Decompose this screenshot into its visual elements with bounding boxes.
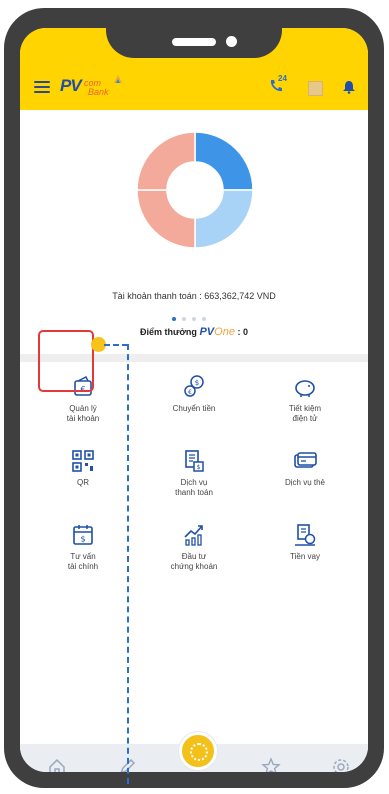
carousel-dot[interactable] bbox=[182, 317, 186, 321]
donut-slice bbox=[194, 131, 254, 191]
phone-frame: PV com Bank 24 Tài khoản thanh toán : 66… bbox=[4, 8, 384, 788]
donut-slice bbox=[194, 189, 254, 249]
hotline-icon[interactable]: 24 bbox=[268, 74, 290, 98]
service-e-savings[interactable]: Tiết kiệm điện tử bbox=[260, 374, 350, 424]
hotline-badge: 24 bbox=[278, 74, 287, 83]
donut-slice bbox=[136, 131, 196, 191]
reward-points-value: : 0 bbox=[237, 327, 248, 337]
svg-text:$: $ bbox=[80, 535, 85, 544]
carousel-dot[interactable] bbox=[202, 317, 206, 321]
card-service-icon bbox=[294, 452, 317, 468]
annotation-leader-horizontal bbox=[104, 344, 128, 346]
logo-text-bank: Bank bbox=[88, 87, 109, 97]
main-content: Tài khoản thanh toán : 663,362,742 VND Đ… bbox=[20, 110, 368, 764]
service-payment[interactable]: $ Dịch vụ thanh toán bbox=[149, 448, 239, 498]
service-loan[interactable]: Tiền vay bbox=[260, 522, 350, 562]
settings-icon[interactable] bbox=[330, 756, 352, 772]
phone-notch bbox=[106, 28, 282, 58]
service-label: Tiết kiệm điện tử bbox=[288, 404, 322, 423]
speaker-slot bbox=[172, 38, 216, 46]
svg-text:€: € bbox=[188, 389, 192, 396]
donut-slice bbox=[136, 189, 196, 249]
pvone-brand-pv: PV bbox=[199, 326, 215, 338]
carousel-dot[interactable] bbox=[192, 317, 196, 321]
piggy-bank-icon bbox=[295, 380, 315, 397]
annotation-leader-vertical bbox=[127, 344, 129, 784]
qr-highlight-box bbox=[38, 330, 94, 392]
service-financial-advice[interactable]: $ Tư vấn tài chính bbox=[38, 522, 128, 572]
star-icon[interactable] bbox=[260, 756, 282, 772]
logo-mark-icon bbox=[114, 75, 122, 83]
account-balance-text[interactable]: Tài khoản thanh toán : 663,362,742 VND bbox=[20, 291, 368, 301]
service-label: Đầu tư chứng khoán bbox=[170, 552, 218, 571]
service-label: QR bbox=[77, 478, 89, 487]
calendar-finance-icon: $ bbox=[73, 525, 93, 545]
bottom-navigation bbox=[20, 732, 368, 772]
logo-text-pv: PV bbox=[60, 76, 82, 95]
carousel-dot[interactable] bbox=[172, 317, 176, 321]
service-label: Dịch vụ thanh toán bbox=[175, 478, 213, 497]
svg-text:$: $ bbox=[195, 379, 199, 387]
service-label: Tư vấn tài chính bbox=[67, 552, 99, 571]
reward-points-label: Điểm thưởng bbox=[140, 327, 197, 337]
app-screen: PV com Bank 24 Tài khoản thanh toán : 66… bbox=[20, 28, 368, 772]
service-money-transfer[interactable]: $ € Chuyển tiền bbox=[149, 374, 239, 414]
carousel-dots[interactable] bbox=[172, 308, 216, 321]
stock-investment-icon bbox=[184, 525, 203, 546]
service-label: Quản lý tài khoản bbox=[66, 404, 100, 423]
gift-icon[interactable] bbox=[308, 81, 323, 96]
service-card[interactable]: Dịch vụ thẻ bbox=[260, 448, 350, 488]
service-label: Tiền vay bbox=[290, 552, 320, 561]
service-label: Chuyển tiền bbox=[172, 404, 216, 413]
loan-icon bbox=[295, 524, 316, 546]
service-label: Dịch vụ thẻ bbox=[284, 478, 326, 487]
payment-service-icon: $ bbox=[185, 450, 204, 472]
header-bar: PV com Bank 24 bbox=[20, 28, 368, 110]
service-qr[interactable]: QR bbox=[38, 448, 128, 488]
qr-code-icon bbox=[72, 450, 94, 472]
money-transfer-icon: $€ bbox=[184, 375, 204, 397]
service-stock-investment[interactable]: Đầu tư chứng khoán bbox=[149, 522, 239, 572]
center-action-icon[interactable] bbox=[179, 732, 217, 770]
pvone-brand-one: One bbox=[214, 326, 235, 338]
svg-text:$: $ bbox=[197, 464, 201, 471]
front-camera bbox=[226, 36, 237, 47]
account-donut-chart[interactable] bbox=[135, 130, 255, 250]
bell-icon[interactable] bbox=[342, 80, 356, 94]
home-icon[interactable] bbox=[46, 756, 68, 772]
menu-icon[interactable] bbox=[34, 81, 50, 93]
